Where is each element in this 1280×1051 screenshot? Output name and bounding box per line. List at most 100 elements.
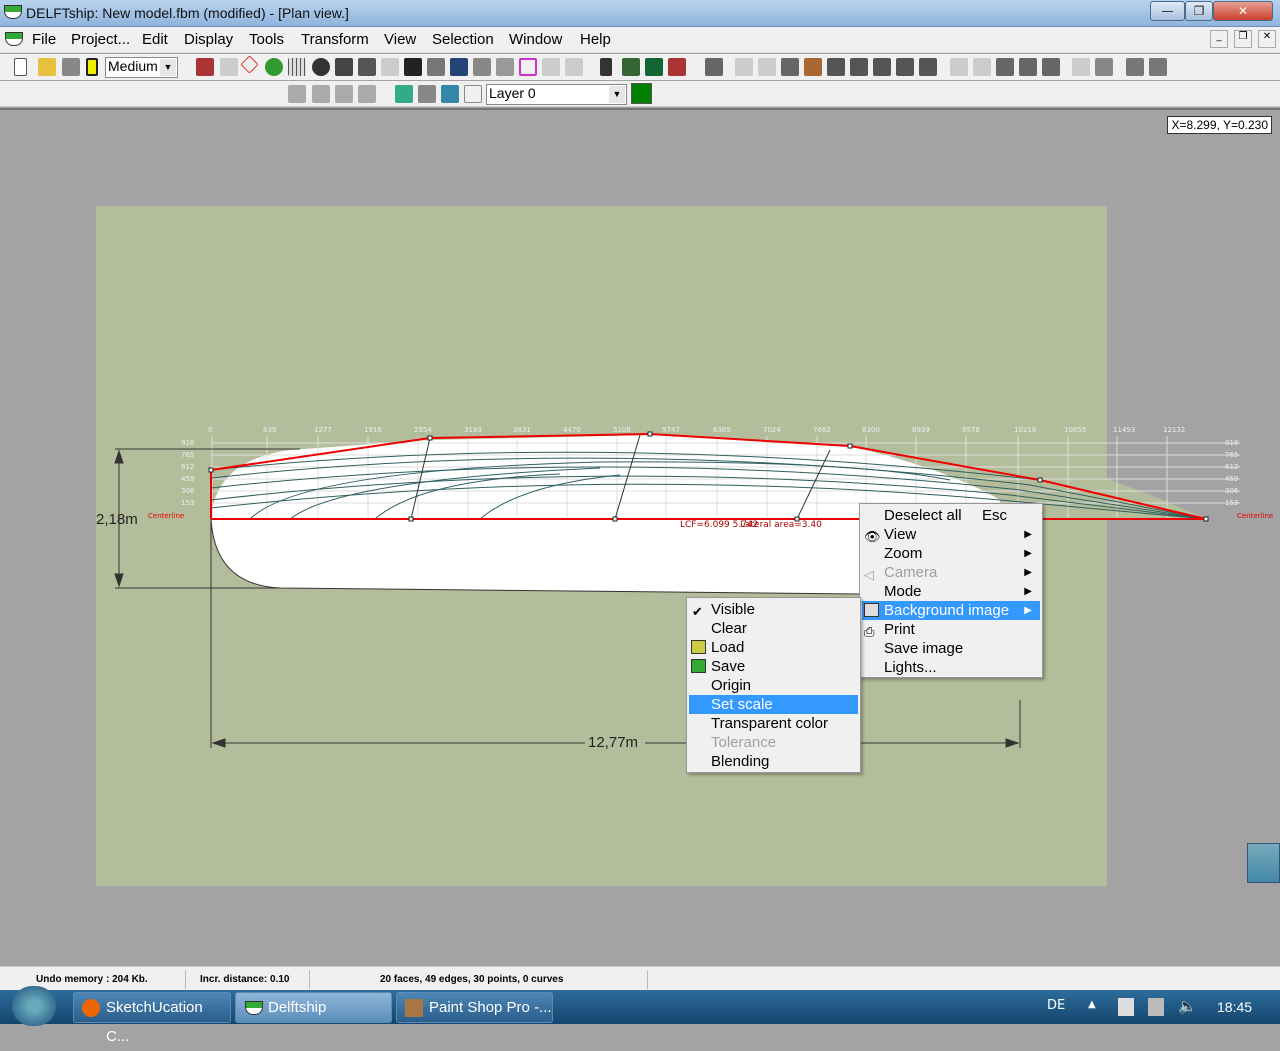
menu-item-save-image[interactable]: Save image	[862, 639, 1040, 658]
label: Visible	[711, 601, 755, 618]
arrow-left-icon	[211, 738, 226, 748]
hull-drawing	[114, 420, 1280, 748]
length-dimension: 12,77m	[588, 734, 639, 751]
menu-item-camera: ◁ Camera ▶	[862, 563, 1040, 582]
menu-item-save[interactable]: Save	[689, 657, 858, 676]
centerline-label-left: Centerline	[148, 512, 185, 520]
station-label: 6385	[713, 426, 731, 434]
menu-item-load[interactable]: Load	[689, 638, 858, 657]
station-label: 12132	[1163, 426, 1186, 434]
submenu-arrow-icon: ▶	[1024, 586, 1032, 597]
paintshop-icon	[405, 999, 423, 1017]
station-label: 5747	[662, 426, 680, 434]
menu-item-tolerance: Tolerance	[689, 733, 858, 752]
label: Load	[711, 639, 745, 656]
label: Paint Shop Pro -...	[429, 999, 552, 1016]
station-label: 3193	[464, 426, 482, 434]
station-label: 2554	[414, 426, 432, 434]
label: Save image	[884, 640, 964, 657]
context-menu: Deselect all Esc 👁 View ▶ Zoom ▶ ◁ Camera ▶ Mo…	[859, 503, 1043, 678]
language-indicator[interactable]: DE	[1047, 998, 1065, 1013]
model-counts: 20 faces, 49 edges, 30 points, 0 curves	[310, 970, 648, 989]
station-label: 10855	[1064, 426, 1087, 434]
submenu-arrow-icon: ▶	[1024, 529, 1032, 540]
label: Clear	[711, 620, 747, 637]
menu-item-lights[interactable]: Lights...	[862, 658, 1040, 677]
station-label: 9578	[962, 426, 980, 434]
station-label: 11493	[1113, 426, 1136, 434]
waterline-label: 765	[181, 451, 195, 459]
label: Save	[711, 658, 746, 675]
clock[interactable]: 18:45	[1217, 999, 1252, 1015]
station-label: 8300	[862, 426, 880, 434]
waterline-label: 459	[181, 475, 195, 483]
action-center-flag-icon[interactable]	[1118, 998, 1134, 1016]
menu-item-background-image[interactable]: Background image ▶	[862, 601, 1040, 620]
arrow-up-icon	[114, 449, 124, 464]
save-image-icon	[691, 659, 706, 673]
taskbar-item-paintshop[interactable]: Paint Shop Pro -...	[396, 992, 553, 1023]
centerline-label-right: Centerline	[1237, 512, 1274, 520]
hull-lower	[210, 518, 871, 595]
delftship-icon	[245, 1001, 263, 1015]
waterline-label: 459	[1225, 475, 1239, 483]
shortcut: Esc	[982, 507, 1008, 524]
network-icon[interactable]	[1148, 998, 1164, 1016]
menu-item-zoom[interactable]: Zoom ▶	[862, 544, 1040, 563]
menu-item-view[interactable]: 👁 View ▶	[862, 525, 1040, 544]
station-label: 1916	[364, 426, 382, 434]
waterline-label: 612	[1225, 463, 1239, 471]
label: View	[884, 526, 917, 543]
station-label: 10216	[1014, 426, 1037, 434]
submenu-arrow-icon: ▶	[1024, 567, 1032, 578]
station-label: 1277	[314, 426, 332, 434]
station-label: 4470	[563, 426, 581, 434]
label: Background image	[884, 602, 1010, 619]
station-label: 7662	[813, 426, 831, 434]
station-label: 5108	[613, 426, 631, 434]
label: Mode	[884, 583, 922, 600]
menu-item-set-scale[interactable]: Set scale	[689, 695, 858, 714]
label: Zoom	[884, 545, 923, 562]
label: Tolerance	[711, 734, 777, 751]
label: SketchUcation C...	[106, 999, 203, 1045]
menu-item-visible[interactable]: ✔ Visible	[689, 600, 858, 619]
menu-item-mode[interactable]: Mode ▶	[862, 582, 1040, 601]
height-dimension: 2,18m	[96, 511, 138, 528]
station-label: 8939	[912, 426, 930, 434]
taskbar-item-sketchucation[interactable]: SketchUcation C...	[73, 992, 231, 1045]
taskbar-item-delftship[interactable]: Delftship	[235, 992, 392, 1023]
volume-icon[interactable]: 🔈	[1178, 997, 1197, 1015]
label: Origin	[711, 677, 752, 694]
load-image-icon	[691, 640, 706, 654]
label: Print	[884, 621, 915, 638]
arrow-down-icon	[114, 573, 124, 588]
background-image-submenu: ✔ Visible Clear Load Save Origin Set scal…	[686, 597, 861, 773]
show-hidden-icons[interactable]: ▲	[1088, 999, 1096, 1010]
submenu-arrow-icon: ▶	[1024, 548, 1032, 559]
waterline-label: 918	[181, 439, 195, 447]
incr-distance: Incr. distance: 0.10	[186, 970, 310, 989]
status-bar: Undo memory : 204 Kb. Incr. distance: 0.…	[0, 966, 1280, 990]
scroll-down-icon[interactable]	[1247, 843, 1280, 883]
waterline-label: 306	[181, 487, 195, 495]
lateral-area-label: Lateral area=3.40	[740, 520, 822, 530]
taskbar: SketchUcation C... Delftship Paint Shop …	[0, 986, 1280, 1045]
label: Lights...	[884, 659, 937, 676]
label: Transparent color	[711, 715, 828, 732]
arrow-right-icon	[1005, 738, 1020, 748]
label: Set scale	[711, 696, 773, 713]
menu-item-print[interactable]: ⎙ Print	[862, 620, 1040, 639]
waterline-label: 612	[181, 463, 195, 471]
menu-item-blending[interactable]: Blending	[689, 752, 858, 771]
start-button[interactable]	[12, 986, 56, 1026]
station-label: 0	[208, 426, 213, 434]
menu-item-deselect-all[interactable]: Deselect all Esc	[862, 506, 1040, 525]
waterline-label: 918	[1225, 439, 1239, 447]
menu-item-clear[interactable]: Clear	[689, 619, 858, 638]
label: Deselect all	[884, 507, 962, 524]
menu-item-transparent-color[interactable]: Transparent color	[689, 714, 858, 733]
station-label: 639	[263, 426, 277, 434]
menu-item-origin[interactable]: Origin	[689, 676, 858, 695]
label: Camera	[884, 564, 938, 581]
